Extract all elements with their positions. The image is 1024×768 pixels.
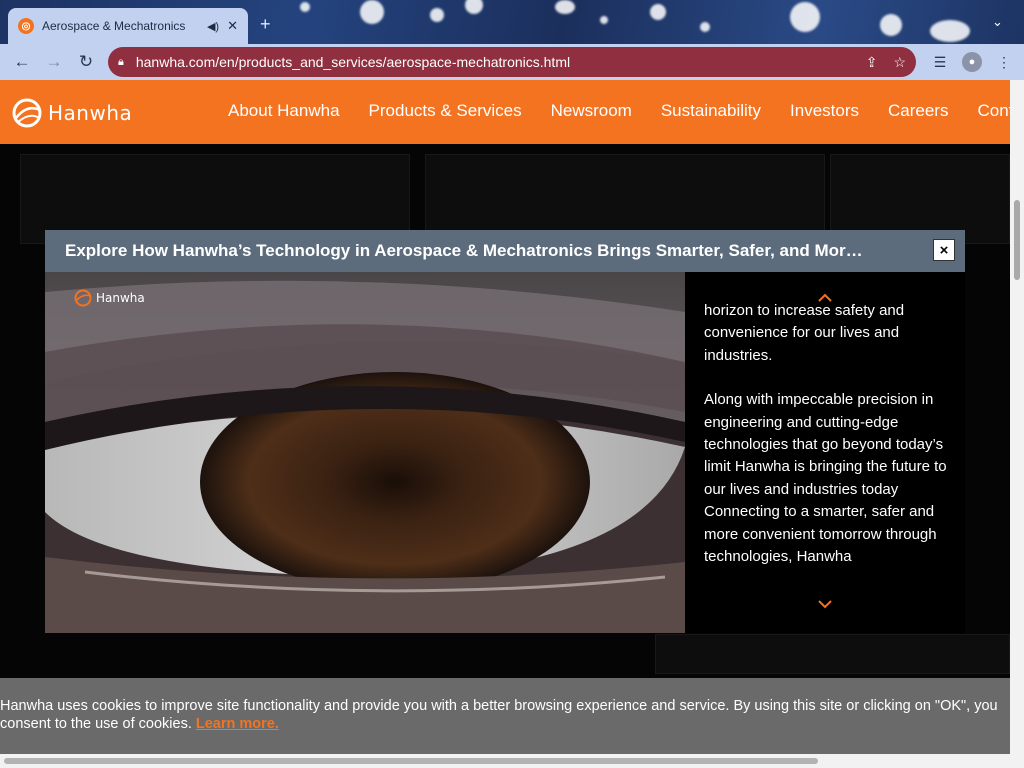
video-hanwha-logo: Hanwha — [73, 288, 145, 308]
description-paragraph: Along with impeccable precision in engin… — [704, 391, 947, 566]
background-bokeh — [465, 0, 483, 14]
more-menu-icon[interactable]: ⋮ — [992, 48, 1016, 76]
main-nav: About Hanwha Products & Services Newsroo… — [228, 101, 1010, 121]
background-bokeh — [930, 20, 970, 42]
plus-icon[interactable]: + — [260, 14, 271, 35]
nav-newsroom[interactable]: Newsroom — [551, 101, 632, 121]
modal-header: Explore How Hanwha’s Technology in Aeros… — [45, 230, 965, 272]
browser-tab-strip: ◎ Aerospace & Mechatronics ◀) ✕ + ⌄ — [0, 0, 1024, 44]
back-arrow-icon[interactable]: ← — [6, 46, 38, 78]
browser-tab[interactable]: ◎ Aerospace & Mechatronics ◀) ✕ — [8, 8, 248, 44]
description-text: horizon to increase safety and convenien… — [704, 300, 949, 590]
site-header: Hanwha About Hanwha Products & Services … — [0, 80, 1010, 144]
nav-products-services[interactable]: Products & Services — [369, 101, 522, 121]
hanwha-logo-icon — [74, 289, 92, 307]
nav-investors[interactable]: Investors — [790, 101, 859, 121]
nav-about-hanwha[interactable]: About Hanwha — [228, 101, 340, 121]
reload-icon[interactable]: ↻ — [70, 46, 102, 78]
browser-toolbar: ← → ↻ 🔒︎ hanwha.com/en/products_and_serv… — [0, 44, 1024, 80]
bookmark-star-icon[interactable]: ☆ — [893, 54, 906, 71]
cookie-text-block: Hanwha uses cookies to improve site func… — [0, 698, 1010, 733]
video-player[interactable]: Hanwha — [45, 272, 685, 633]
video-logo-text: Hanwha — [96, 291, 145, 305]
chevron-down-icon[interactable]: ⌄ — [992, 14, 1003, 30]
modal-title: Explore How Hanwha’s Technology in Aeros… — [65, 241, 865, 260]
cookie-banner: Hanwha uses cookies to improve site func… — [0, 678, 1010, 754]
nav-careers[interactable]: Careers — [888, 101, 948, 121]
cookie-message: Hanwha uses cookies to improve site func… — [0, 698, 998, 732]
hanwha-logo[interactable]: Hanwha — [10, 96, 132, 130]
background-bokeh — [880, 14, 902, 36]
background-bokeh — [555, 0, 575, 14]
background-bokeh — [600, 16, 608, 24]
nav-sustainability[interactable]: Sustainability — [661, 101, 761, 121]
reading-list-icon[interactable]: ☰ — [928, 48, 952, 76]
horizontal-scrollbar[interactable] — [0, 754, 1010, 768]
profile-avatar-icon[interactable]: ● — [962, 52, 982, 72]
url-text[interactable]: hanwha.com/en/products_and_services/aero… — [136, 54, 850, 70]
background-bokeh — [700, 22, 710, 32]
brand-name: Hanwha — [48, 101, 133, 125]
background-bokeh — [300, 2, 310, 12]
horizontal-scroll-thumb[interactable] — [4, 758, 818, 764]
video-modal: Explore How Hanwha’s Technology in Aeros… — [45, 230, 965, 633]
nav-contact[interactable]: Cont — [977, 101, 1010, 121]
background-bokeh — [790, 2, 820, 32]
lock-icon[interactable]: 🔒︎ — [118, 56, 124, 69]
eye-closeup-image — [45, 272, 685, 633]
hanwha-logo-icon — [12, 98, 42, 128]
forward-arrow-icon[interactable]: → — [38, 46, 70, 78]
close-tab-icon[interactable]: ✕ — [227, 18, 238, 34]
learn-more-link[interactable]: Learn more. — [196, 716, 279, 732]
vertical-scrollbar[interactable] — [1010, 80, 1024, 768]
background-card — [655, 634, 1010, 674]
speaker-icon[interactable]: ◀) — [207, 20, 219, 33]
chevron-down-icon[interactable] — [818, 599, 832, 609]
share-icon[interactable]: ⇪ — [866, 54, 878, 71]
tab-title: Aerospace & Mechatronics — [42, 19, 186, 33]
background-bokeh — [430, 8, 444, 22]
description-paragraph: horizon to increase safety and convenien… — [704, 302, 905, 364]
background-bokeh — [650, 4, 666, 20]
vertical-scroll-thumb[interactable] — [1014, 200, 1020, 280]
background-bokeh — [360, 0, 384, 24]
close-icon[interactable]: × — [933, 239, 955, 261]
hanwha-favicon-icon: ◎ — [18, 18, 34, 34]
address-bar[interactable]: 🔒︎ hanwha.com/en/products_and_services/a… — [108, 47, 916, 77]
video-description-panel[interactable]: horizon to increase safety and convenien… — [685, 272, 965, 633]
